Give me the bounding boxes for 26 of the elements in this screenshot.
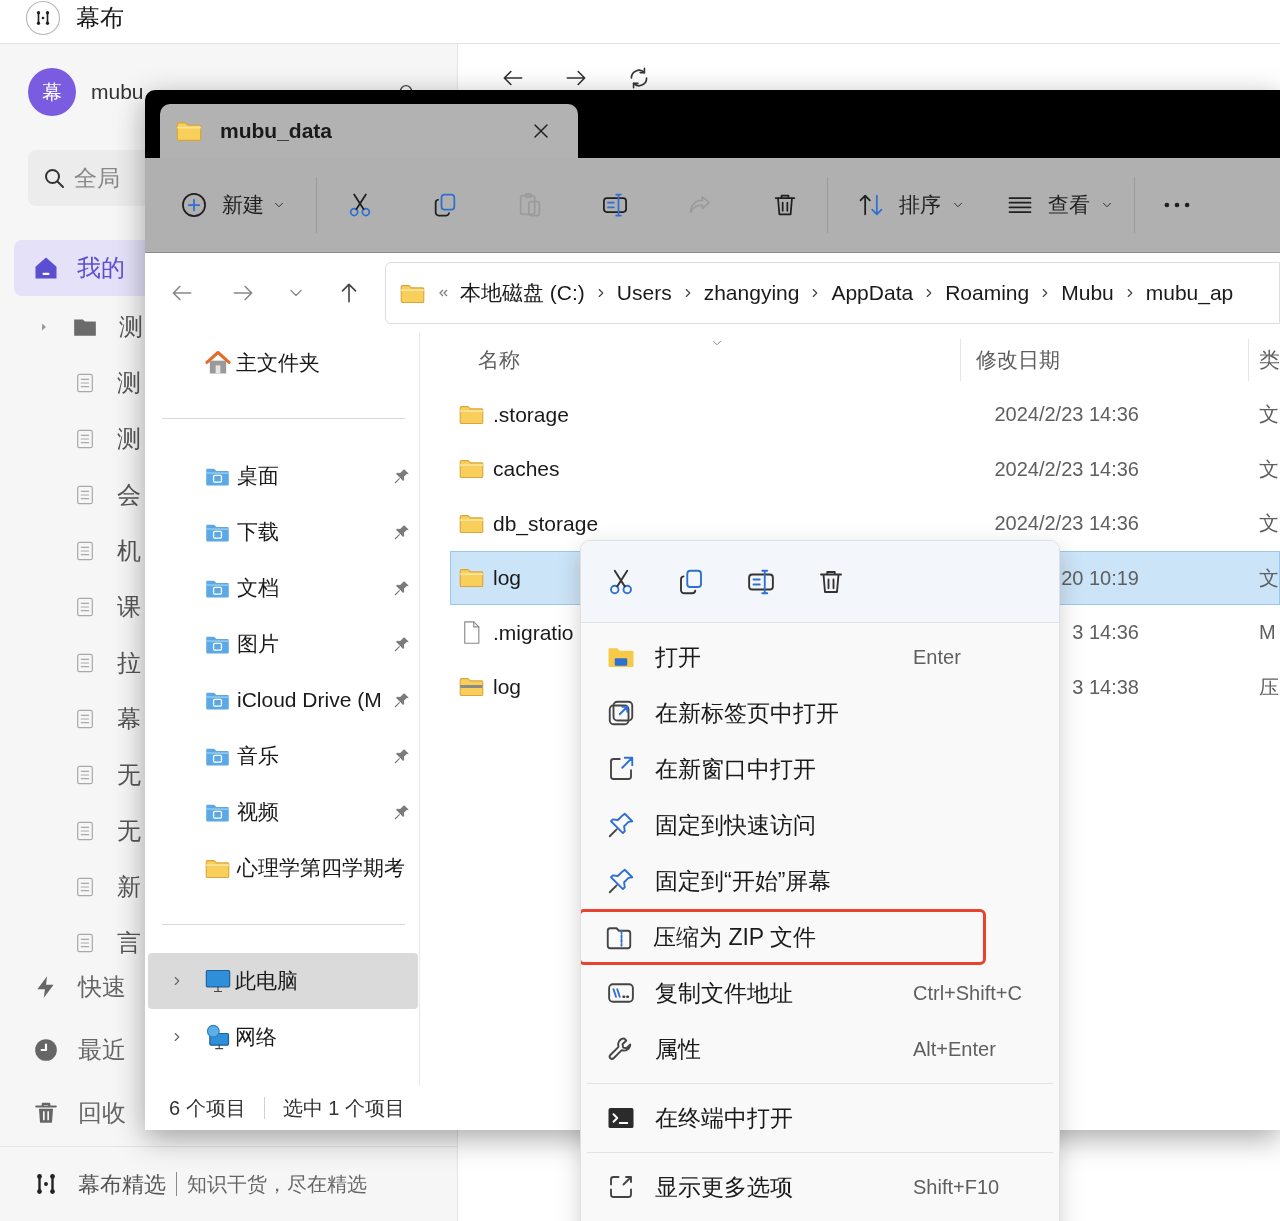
file-type: 文 [1259, 403, 1279, 426]
shortcut-hint: Shift+F10 [913, 1175, 1001, 1200]
modified-date: 3 14:36 [1072, 620, 1139, 646]
modified-date: 3 14:38 [1072, 674, 1139, 700]
file-type: 文 [1259, 512, 1279, 535]
file-name: .migratio [493, 619, 574, 646]
file-name: .storage [493, 401, 569, 428]
shortcut-hint: Alt+Enter [913, 1037, 997, 1062]
modified-date: 2024/2/23 14:36 [994, 456, 1139, 482]
file-name: log [493, 565, 522, 591]
app-title: 幕布 [76, 2, 124, 33]
file-name: db_storage [493, 510, 599, 538]
modified-date: 2024/2/23 14:36 [994, 402, 1139, 428]
file-name: caches [493, 456, 560, 482]
shortcut-hint: Ctrl+Shift+C [913, 981, 1023, 1006]
file-name: log [493, 674, 522, 700]
file-type: 文 [1259, 457, 1279, 480]
footer-tagline: 知识干货，尽在精选 [187, 1172, 367, 1197]
file-type: 压 [1259, 675, 1279, 698]
file-type: M [1259, 621, 1276, 644]
shortcut-hint: Enter [913, 645, 962, 670]
status-item-count: 6 个项目 [169, 1096, 246, 1121]
status-selection: 选中 1 个项目 [282, 1096, 405, 1121]
modified-date: 20 10:19 [1061, 565, 1139, 591]
file-type: 文 [1259, 566, 1279, 589]
modified-date: 2024/2/23 14:36 [994, 511, 1139, 537]
